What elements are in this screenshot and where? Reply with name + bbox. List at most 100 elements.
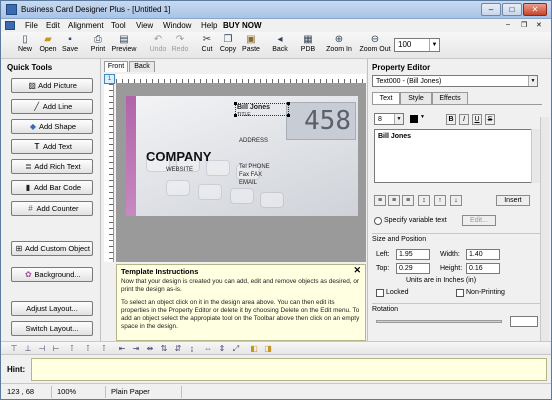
design-canvas[interactable]: 458 Bill Jones TITLE ADDRESS COMPANY WEB…	[116, 84, 366, 262]
distribute-tool-icon[interactable]: ⇹	[145, 344, 155, 354]
menu-alignment[interactable]: Alignment	[68, 21, 104, 30]
minimize-button[interactable]: –	[481, 3, 501, 16]
new-button[interactable]: ▯ New	[13, 34, 37, 57]
menu-view[interactable]: View	[136, 21, 153, 30]
add-line-button[interactable]: ╱ Add Line	[11, 99, 93, 114]
height-field[interactable]: 0.16	[466, 263, 500, 274]
cut-button[interactable]: ✂ Cut	[197, 34, 217, 57]
text-box-scrollbar[interactable]	[531, 129, 540, 183]
specify-variable-radio[interactable]	[374, 217, 382, 225]
left-field[interactable]: 1.95	[396, 249, 430, 260]
menu-help[interactable]: Help	[201, 21, 217, 30]
open-button[interactable]: ▰ Open	[37, 34, 59, 57]
resize-handle[interactable]	[287, 102, 290, 105]
align-tool-icon[interactable]: ⊺	[83, 344, 93, 354]
object-select[interactable]: Text000 - (Bill Jones) ▼	[372, 75, 538, 87]
color-swatch[interactable]	[410, 115, 418, 123]
edit-button[interactable]: Edit...	[462, 215, 496, 226]
text-direction-icon[interactable]: ↕	[418, 195, 430, 206]
card-email-text[interactable]: EMAIL	[239, 180, 257, 186]
menu-file[interactable]: File	[25, 21, 38, 30]
add-bar-code-button[interactable]: ▮ Add Bar Code	[11, 180, 93, 195]
align-tool-icon[interactable]: ⊺	[67, 344, 77, 354]
rotation-slider[interactable]	[376, 320, 502, 323]
card-company-text[interactable]: COMPANY	[146, 149, 211, 164]
insert-button[interactable]: Insert	[496, 195, 530, 206]
align-right-icon[interactable]: ≡	[402, 195, 414, 206]
print-button[interactable]: ⎙ Print	[87, 34, 109, 57]
card-fax-text[interactable]: Fax FAX	[239, 172, 262, 178]
bring-front-icon[interactable]: ◧	[249, 344, 259, 354]
distribute-tool-icon[interactable]: ⇤	[117, 344, 127, 354]
back-button[interactable]: ◂ Back	[269, 34, 291, 57]
tab-effects[interactable]: Effects	[432, 92, 468, 104]
business-card[interactable]: 458 Bill Jones TITLE ADDRESS COMPANY WEB…	[126, 96, 358, 216]
text-value-box[interactable]: Bill Jones	[374, 129, 534, 183]
add-counter-button[interactable]: # Add Counter	[11, 201, 93, 216]
align-center-icon[interactable]: ≡	[388, 195, 400, 206]
add-rich-text-button[interactable]: ≣ Add Rich Text	[11, 159, 93, 174]
switch-layout-button[interactable]: Switch Layout...	[11, 321, 93, 336]
align-tool-icon[interactable]: ⊺	[99, 344, 109, 354]
card-title-text[interactable]: TITLE	[237, 112, 251, 118]
zoom-in-button[interactable]: ⊕ Zoom In	[323, 34, 355, 57]
locked-checkbox[interactable]	[376, 289, 384, 297]
align-tool-icon[interactable]: ⊢	[51, 344, 61, 354]
menu-tool[interactable]: Tool	[111, 21, 126, 30]
distribute-tool-icon[interactable]: ⇅	[159, 344, 169, 354]
distribute-tool-icon[interactable]: ⇥	[131, 344, 141, 354]
preview-button[interactable]: ▤ Preview	[109, 34, 139, 57]
maximize-button[interactable]: □	[502, 3, 522, 16]
chevron-down-icon[interactable]: ▼	[528, 76, 537, 86]
tab-front[interactable]: Front	[104, 61, 128, 72]
adjust-layout-button[interactable]: Adjust Layout...	[11, 301, 93, 316]
menu-buy-now[interactable]: BUY NOW	[223, 21, 262, 30]
background-button[interactable]: ✿ Background...	[11, 267, 93, 282]
underline-button[interactable]: U	[472, 114, 482, 125]
chevron-down-icon[interactable]: ▼	[420, 114, 425, 120]
size-tool-icon[interactable]: ⇔	[203, 344, 213, 354]
chevron-down-icon[interactable]: ▼	[394, 114, 403, 124]
chevron-down-icon[interactable]: ▼	[429, 39, 439, 51]
copy-button[interactable]: ❐ Copy	[217, 34, 239, 57]
menu-window[interactable]: Window	[163, 21, 191, 30]
zoom-select[interactable]: 100 ▼	[394, 38, 440, 52]
undo-button[interactable]: ↶ Undo	[147, 34, 169, 57]
menu-edit[interactable]: Edit	[46, 21, 60, 30]
tab-text[interactable]: Text	[372, 92, 400, 104]
add-shape-button[interactable]: ◆ Add Shape	[11, 119, 93, 134]
top-field[interactable]: 0.29	[396, 263, 430, 274]
mdi-restore-icon[interactable]: ❐	[521, 21, 527, 29]
pdb-button[interactable]: ▦ PDB	[297, 34, 319, 57]
close-icon[interactable]: ✕	[353, 265, 361, 276]
card-address-text[interactable]: ADDRESS	[239, 138, 268, 144]
size-tool-icon[interactable]: ⇕	[217, 344, 227, 354]
tab-style[interactable]: Style	[400, 92, 432, 104]
card-tel-text[interactable]: Tel PHONE	[239, 164, 270, 170]
resize-handle[interactable]	[287, 114, 290, 117]
align-tool-icon[interactable]: ⊥	[23, 344, 33, 354]
align-tool-icon[interactable]: ⊣	[37, 344, 47, 354]
card-website-text[interactable]: WEBSITE	[166, 167, 193, 173]
property-scrollbar[interactable]	[540, 117, 549, 341]
mdi-close-icon[interactable]: ✕	[536, 21, 542, 29]
strikethrough-button[interactable]: S	[485, 114, 495, 125]
distribute-tool-icon[interactable]: ↨	[187, 344, 197, 354]
align-tool-icon[interactable]: ⊤	[9, 344, 19, 354]
align-left-icon[interactable]: ≡	[374, 195, 386, 206]
document-icon[interactable]	[5, 21, 15, 30]
width-field[interactable]: 1.40	[466, 249, 500, 260]
add-custom-object-button[interactable]: ⊞ Add Custom Object	[11, 241, 93, 256]
save-button[interactable]: ▪ Save	[59, 34, 81, 57]
distribute-tool-icon[interactable]: ⇵	[173, 344, 183, 354]
zoom-out-button[interactable]: ⊖ Zoom Out	[357, 34, 393, 57]
paste-button[interactable]: ▣ Paste	[239, 34, 263, 57]
italic-button[interactable]: I	[459, 114, 469, 125]
redo-button[interactable]: ↷ Redo	[169, 34, 191, 57]
add-text-button[interactable]: T Add Text	[11, 139, 93, 154]
arrow-up-icon[interactable]: ↑	[434, 195, 446, 206]
close-button[interactable]: ✕	[523, 3, 547, 16]
add-picture-button[interactable]: ▨ Add Picture	[11, 78, 93, 93]
mdi-minimize-icon[interactable]: –	[506, 21, 510, 28]
card-name-text[interactable]: Bill Jones	[237, 104, 270, 111]
